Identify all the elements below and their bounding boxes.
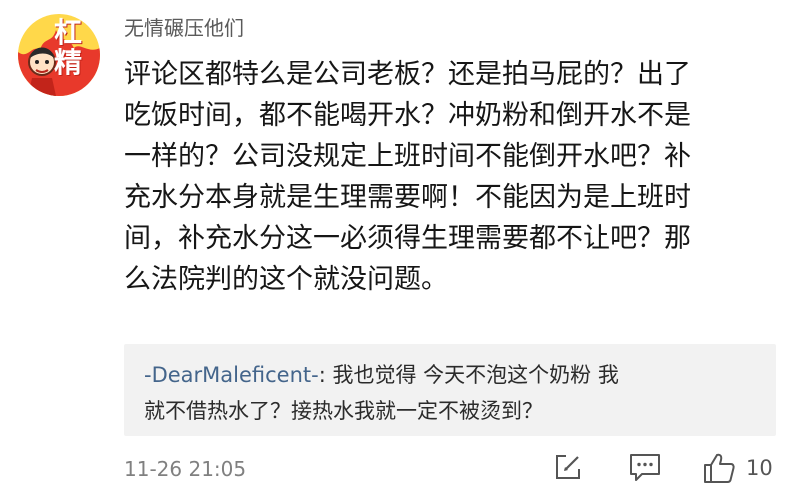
reply-separator: : [318, 363, 333, 387]
comment-body-line: 吃饭时间，都不能喝开水？冲奶粉和倒开水不是 [124, 100, 691, 131]
quoted-reply[interactable]: -DearMaleficent-: 我也觉得 今天不泡这个奶粉 我 就不借热水了… [124, 344, 776, 436]
comment-body-line: 评论区都特么是公司老板？还是拍马屁的？出了 [124, 59, 691, 90]
comment-button[interactable] [628, 452, 662, 484]
comment-icon [630, 454, 660, 481]
comment-body-line: 充水分本身就是生理需要啊！不能因为是上班时 [124, 182, 691, 213]
comment-body-line: 么法院判的这个就没问题。 [124, 264, 448, 295]
reply-text: 我也觉得 今天不泡这个奶粉 我 [332, 363, 619, 387]
quoted-reply-line: -DearMaleficent-: 我也觉得 今天不泡这个奶粉 我 [144, 358, 619, 392]
comment-body: 评论区都特么是公司老板？还是拍马屁的？出了 吃饭时间，都不能喝开水？冲奶粉和倒开… [124, 54, 760, 300]
comment-body-line: 一样的？公司没规定上班时间不能倒开水吧？补 [124, 141, 691, 172]
timestamp: 11-26 21:05 [124, 457, 247, 481]
avatar[interactable]: 杠精 [18, 14, 100, 96]
avatar-label: 杠精 [54, 16, 83, 79]
like-count: 10 [746, 456, 773, 480]
edit-button[interactable] [553, 452, 583, 484]
comment-card: 杠精 无情碾压他们 评论区都特么是公司老板？还是拍马屁的？出了 吃饭时间，都不能… [0, 0, 800, 495]
quoted-reply-line: 就不借热水了？接热水我就一定不被烫到？ [144, 394, 543, 428]
reply-text: 就不借热水了？接热水我就一定不被烫到？ [144, 399, 543, 423]
thumbs-up-icon [704, 453, 735, 483]
like-button[interactable]: 10 [702, 452, 782, 484]
reply-author[interactable]: -DearMaleficent- [144, 363, 319, 387]
comment-body-line: 间，补充水分这一必须得生理需要都不让吧？那 [124, 223, 691, 254]
edit-icon [556, 455, 580, 479]
username[interactable]: 无情碾压他们 [124, 14, 244, 42]
